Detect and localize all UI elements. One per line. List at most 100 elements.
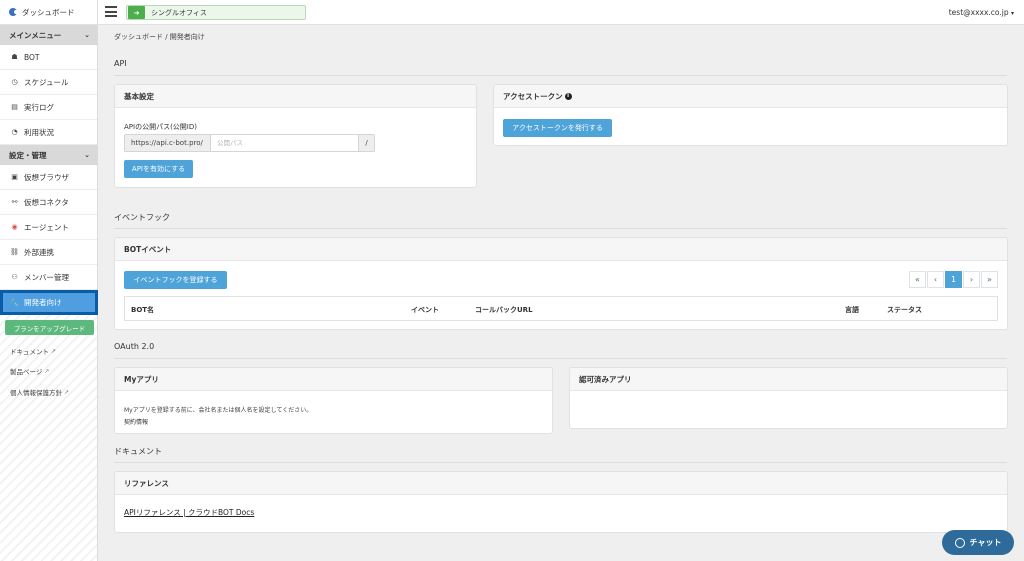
sidebar-item-label: ダッシュボード xyxy=(22,7,75,17)
chat-button[interactable]: チャット xyxy=(942,530,1014,555)
api-reference-link[interactable]: APIリファレンス | クラウドBOT Docs xyxy=(124,507,254,518)
sidebar-section-main-menu[interactable]: メインメニュー ⌄ xyxy=(0,25,97,45)
column-bot-name: BOT名 xyxy=(131,306,155,314)
connector-icon: ⚯ xyxy=(11,198,18,206)
link-label: ドキュメント xyxy=(10,348,49,356)
next-page-button[interactable]: › xyxy=(963,271,980,288)
card-access-token: アクセストークン i アクセストークンを発行する xyxy=(493,84,1008,146)
sidebar-item-logs[interactable]: ▤ 実行ログ xyxy=(0,95,97,120)
info-icon[interactable]: i xyxy=(564,92,572,100)
my-apps-note: Myアプリを登録する前に、会社名または個人名を設定してください。 xyxy=(124,407,313,414)
sidebar-item-label: BOT xyxy=(24,52,40,62)
first-page-button[interactable]: « xyxy=(909,271,926,288)
agent-icon: ◉ xyxy=(11,223,18,231)
chat-bubble-icon xyxy=(954,537,965,548)
card-basic-settings: 基本設定 APIの公開パス(公開ID) https://api.c-bot.pr… xyxy=(114,84,477,188)
pie-chart-icon: ◔ xyxy=(11,128,18,136)
link-label: 製品ページ xyxy=(10,368,43,376)
divider xyxy=(114,462,1007,463)
section-title-oauth: OAuth 2.0 xyxy=(114,342,155,351)
users-icon: ⚇ xyxy=(11,273,18,281)
sidebar-item-agent[interactable]: ◉ エージェント xyxy=(0,215,97,240)
clock-icon: ◷ xyxy=(11,78,18,86)
sidebar-item-schedule[interactable]: ◷ スケジュール xyxy=(0,70,97,95)
sidebar-item-members[interactable]: ⚇ メンバー管理 xyxy=(0,265,97,290)
divider xyxy=(114,75,1007,76)
api-path-label: APIの公開パス(公開ID) xyxy=(124,123,197,131)
sidebar-item-usage[interactable]: ◔ 利用状況 xyxy=(0,120,97,145)
sidebar-link-product[interactable]: 製品ページ ↗ xyxy=(10,366,50,377)
hamburger-menu-icon[interactable] xyxy=(105,6,117,18)
office-name: シングルオフィス xyxy=(151,8,207,17)
card-title: アクセストークン xyxy=(503,91,563,101)
card-title-wrap: アクセストークン i xyxy=(494,85,1007,108)
sidebar-item-developers[interactable]: 🔧 開発者向け xyxy=(0,290,98,315)
sidebar-section-settings[interactable]: 設定・管理 ⌄ xyxy=(0,145,97,165)
column-status: ステータス xyxy=(887,306,922,314)
sidebar-item-dashboard[interactable]: ダッシュボード xyxy=(0,0,97,25)
section-label: メインメニュー xyxy=(9,30,62,40)
external-link-icon: ↗ xyxy=(44,367,50,375)
main-content: ダッシュボード / 開発者向け API 基本設定 APIの公開パス(公開ID) … xyxy=(98,25,1024,561)
card-bot-events: BOTイベント イベントフックを登録する « ‹ 1 › » BOT名 イベント… xyxy=(114,237,1008,330)
link-icon: ⛓ xyxy=(10,248,19,256)
column-language: 言語 xyxy=(845,306,859,314)
register-hook-button[interactable]: イベントフックを登録する xyxy=(124,271,227,289)
column-event: イベント xyxy=(411,306,439,314)
external-link-icon: ↗ xyxy=(51,347,57,355)
user-menu[interactable]: test@xxxx.co.jp ▾ xyxy=(949,8,1014,17)
sidebar-item-virtual-browser[interactable]: ▣ 仮想ブラウザ xyxy=(0,165,97,190)
api-url-prefix: https://api.c-bot.pro/ xyxy=(125,135,211,151)
sidebar-item-virtual-connector[interactable]: ⚯ 仮想コネクタ xyxy=(0,190,97,215)
pagination: « ‹ 1 › » xyxy=(908,271,998,288)
last-page-button[interactable]: » xyxy=(981,271,998,288)
sidebar-item-label: 仮想コネクタ xyxy=(24,197,69,207)
section-title-api: API xyxy=(114,59,127,68)
sidebar-item-integrations[interactable]: ⛓ 外部連携 xyxy=(0,240,97,265)
user-email: test@xxxx.co.jp xyxy=(948,8,1009,17)
card-my-apps: Myアプリ Myアプリを登録する前に、会社名または個人名を設定してください。 契… xyxy=(114,367,553,434)
contract-info-link[interactable]: 契約情報 xyxy=(124,417,148,426)
link-label: 個人情報保護方針 xyxy=(10,389,62,397)
sidebar-item-label: スケジュール xyxy=(24,77,69,87)
wrench-icon: 🔧 xyxy=(10,298,19,307)
sidebar-item-label: エージェント xyxy=(24,222,69,232)
sidebar-item-label: 仮想ブラウザ xyxy=(24,172,69,182)
api-path-group: https://api.c-bot.pro/ / xyxy=(124,134,375,152)
card-title: 基本設定 xyxy=(115,85,476,108)
sidebar-link-privacy[interactable]: 個人情報保護方針 ↗ xyxy=(10,387,69,398)
topbar: ➜ シングルオフィス test@xxxx.co.jp ▾ xyxy=(98,0,1024,25)
events-table-header: BOT名 イベント コールバックURL 言語 ステータス xyxy=(124,296,998,321)
sidebar-item-bot[interactable]: ☗ BOT xyxy=(0,45,97,70)
issue-token-button[interactable]: アクセストークンを発行する xyxy=(503,119,612,137)
card-title: 認可済みアプリ xyxy=(570,368,1007,391)
chat-label: チャット xyxy=(969,538,1002,547)
enable-api-button[interactable]: APIを有効にする xyxy=(124,160,193,178)
sidebar-link-docs[interactable]: ドキュメント ↗ xyxy=(10,346,57,357)
robot-icon: ☗ xyxy=(11,53,18,61)
column-callback-url: コールバックURL xyxy=(475,306,533,314)
divider xyxy=(114,228,1007,229)
caret-down-icon: ▾ xyxy=(1010,10,1014,17)
file-icon: ▤ xyxy=(11,103,18,111)
page-1-button[interactable]: 1 xyxy=(945,271,962,288)
breadcrumb: ダッシュボード / 開発者向け xyxy=(114,33,205,41)
browser-icon: ▣ xyxy=(11,173,18,181)
card-approved-apps: 認可済みアプリ xyxy=(569,367,1008,429)
section-title-event-hook: イベントフック xyxy=(114,213,170,222)
section-title-docs: ドキュメント xyxy=(114,447,162,456)
divider xyxy=(114,358,1007,359)
api-path-input[interactable] xyxy=(211,135,358,151)
prev-page-button[interactable]: ‹ xyxy=(927,271,944,288)
sidebar-item-label: 開発者向け xyxy=(24,298,62,307)
chevron-down-icon: ⌄ xyxy=(84,31,90,39)
sidebar-item-label: 外部連携 xyxy=(24,247,54,257)
upgrade-plan-button[interactable]: プランをアップグレード xyxy=(5,320,94,335)
api-url-suffix: / xyxy=(358,135,374,151)
sidebar: ダッシュボード メインメニュー ⌄ ☗ BOT ◷ スケジュール ▤ 実行ログ … xyxy=(0,0,98,561)
logo-icon xyxy=(9,8,18,16)
office-selector[interactable]: ➜ シングルオフィス xyxy=(126,5,306,20)
sidebar-item-label: メンバー管理 xyxy=(24,272,69,282)
enter-icon: ➜ xyxy=(128,6,145,19)
sidebar-item-label: 利用状況 xyxy=(24,127,54,137)
